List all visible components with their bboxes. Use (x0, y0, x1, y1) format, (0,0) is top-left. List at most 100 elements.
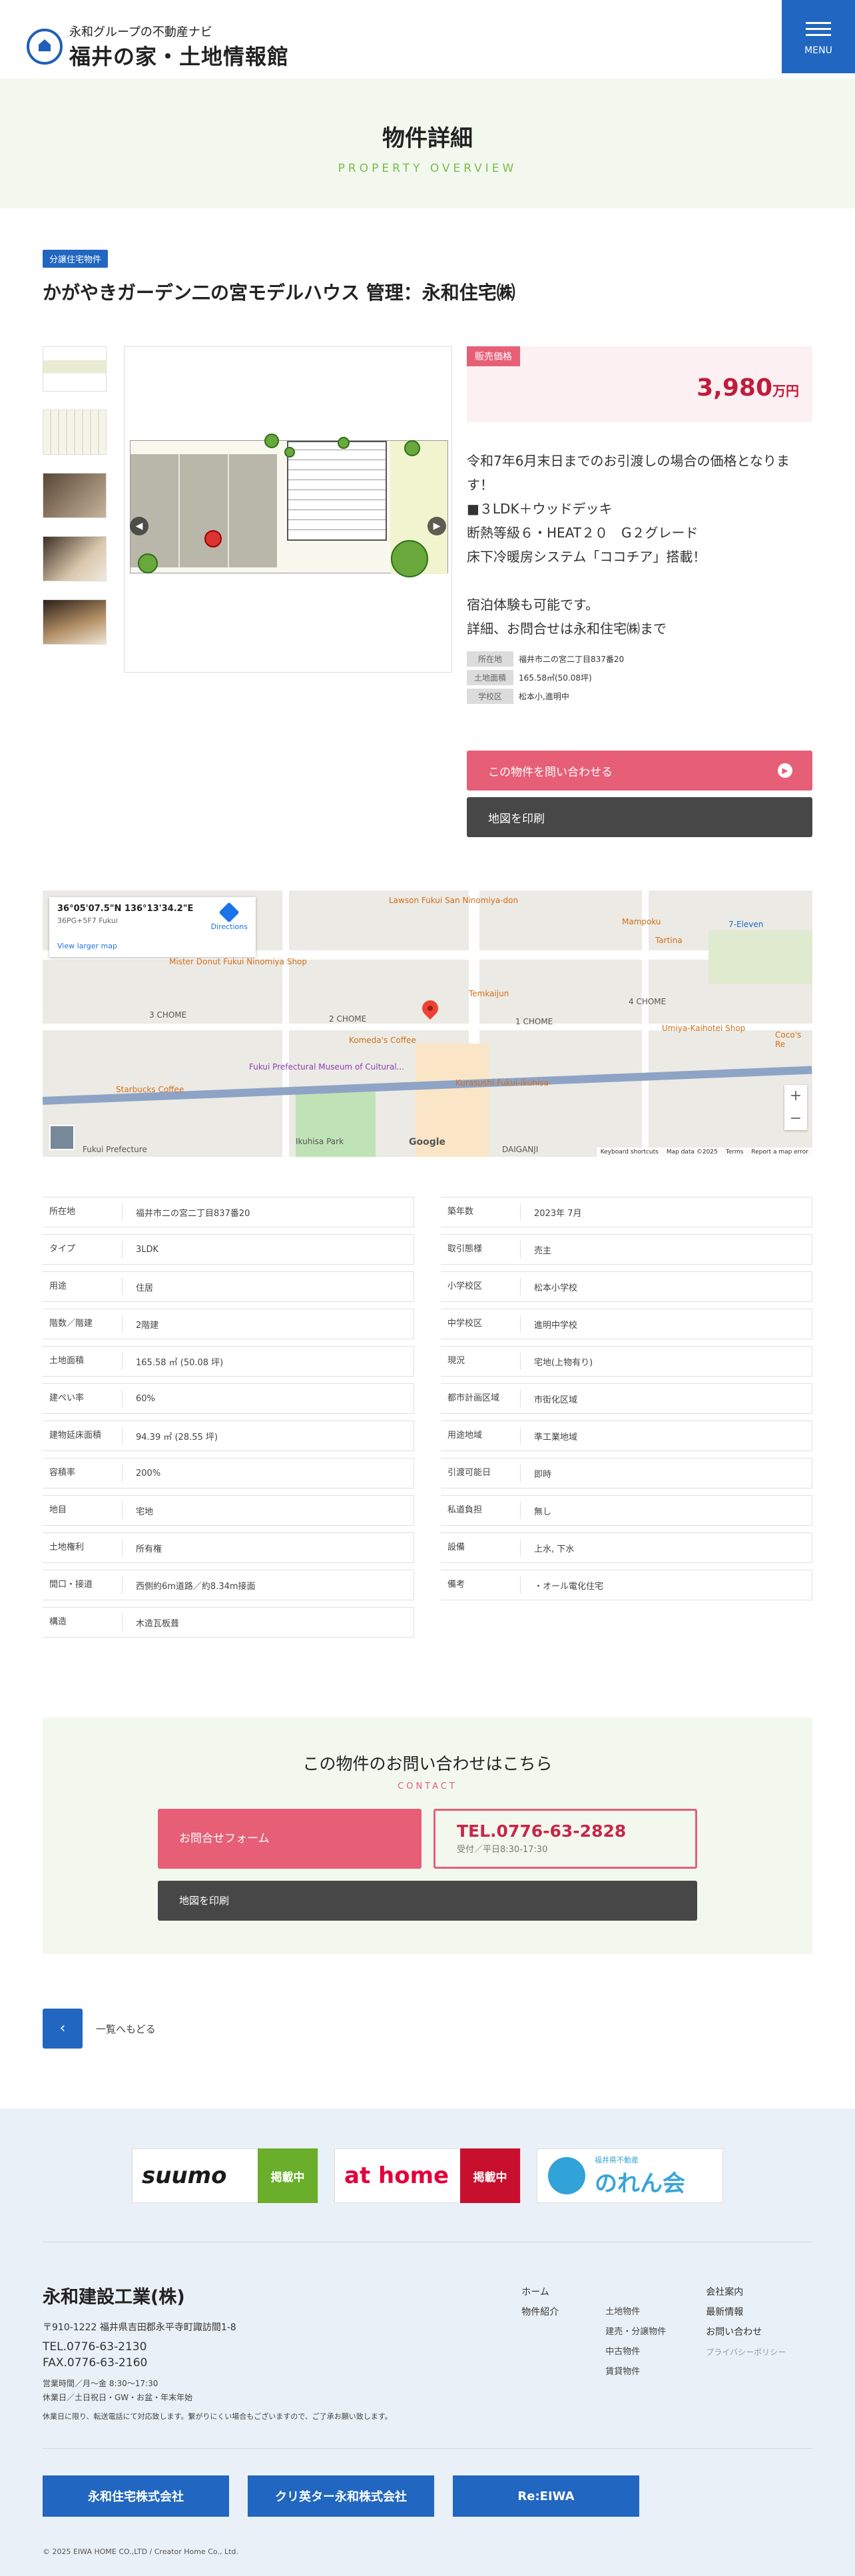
footer-link-rental[interactable]: 賃貸物件 (599, 2362, 666, 2382)
spec-row: 設備 上水, 下水 (441, 1532, 812, 1563)
norenkai-banner[interactable]: 福井県不動産 のれん会 (537, 2148, 723, 2203)
price-box: 販売価格 3,980万円 (467, 346, 812, 422)
privacy-policy-link[interactable]: プライバシーポリシー (706, 2342, 786, 2362)
thumbnail-floorplan-2[interactable] (43, 410, 107, 455)
thumbnail-interior-1[interactable] (43, 473, 107, 518)
brand-eiwa-housing[interactable]: 永和住宅株式会社 (43, 2475, 229, 2517)
property-meta: 所在地 福井市二の宮二丁目837番20 土地面積 165.58㎡(50.08坪) 学… (467, 651, 812, 704)
inquire-button[interactable]: この物件を問い合わせる ▶ (467, 751, 812, 791)
footer-link-company[interactable]: 会社案内 (706, 2282, 786, 2302)
athome-logo: at home (344, 2162, 449, 2189)
spec-key: タイプ (43, 1241, 123, 1258)
spec-row: 引渡可能日 即時 (441, 1458, 812, 1488)
spec-value: 準工業地域 (534, 1432, 578, 1443)
spec-row: 私道負担 無し (441, 1495, 812, 1526)
next-image-button[interactable]: ▶ (428, 517, 446, 535)
price-number: 3,980 (697, 374, 772, 402)
spec-row: 小学校区 松本小学校 (441, 1271, 812, 1302)
spec-key: 小学校区 (441, 1278, 521, 1295)
map-pin-icon[interactable] (419, 997, 441, 1020)
arrow-right-icon: ▶ (778, 763, 792, 778)
spec-value: 94.39 ㎡ (28.55 坪) (136, 1432, 218, 1443)
google-map[interactable]: 36°05'07.5"N 136°13'34.2"E 36PG+5F7 Fuku… (43, 890, 812, 1157)
map-info-card: 36°05'07.5"N 136°13'34.2"E 36PG+5F7 Fuku… (49, 897, 256, 957)
report-error-link[interactable]: Report a map error (751, 1149, 808, 1155)
back-to-list-link[interactable]: ‹ 一覧へもどる (43, 2009, 812, 2049)
footer-link-properties[interactable]: 物件紹介 (521, 2302, 559, 2322)
page-title: 物件詳細 (382, 125, 473, 152)
spec-table-left: 所在地 福井市二の宮二丁目837番20 タイプ 3LDK 用途 住居 階数／階建 2階建… (43, 1197, 414, 1644)
map-label: DAIGANJI (502, 1145, 539, 1154)
map-label: Tartina (655, 936, 683, 945)
terms-link[interactable]: Terms (726, 1149, 744, 1155)
map-label: Fukui Prefecture (83, 1145, 147, 1154)
spec-value: 宅地(上物有り) (534, 1357, 593, 1368)
contact-form-button[interactable]: お問合せフォーム (158, 1809, 422, 1869)
map-label: 3 CHOME (149, 1010, 187, 1020)
map-label: Mister Donut Fukui Ninomiya Shop (169, 957, 308, 966)
footer-link-home[interactable]: ホーム (521, 2282, 559, 2302)
thumbnail-interior-2[interactable] (43, 536, 107, 581)
spec-value: 福井市二の宮二丁目837番20 (136, 1208, 250, 1219)
brand-creator-eiwa[interactable]: クリ英ター永和株式会社 (248, 2475, 434, 2517)
meta-key: 学校区 (467, 689, 513, 704)
keyboard-shortcuts-link[interactable]: Keyboard shortcuts (601, 1149, 659, 1155)
prev-image-button[interactable]: ◀ (130, 517, 148, 535)
spec-key: 都市計画区域 (441, 1390, 521, 1407)
zoom-out-button[interactable]: − (784, 1108, 807, 1130)
spec-row: 所在地 福井市二の宮二丁目837番20 (43, 1197, 414, 1227)
spec-value: 2023年 7月 (534, 1208, 582, 1219)
thumbnail-floorplan[interactable] (43, 346, 107, 392)
spec-key: 構造 (43, 1614, 123, 1631)
athome-banner[interactable]: at home 掲載中 (334, 2148, 521, 2203)
spec-key: 間口・接道 (43, 1576, 123, 1594)
footer-link-land[interactable]: 土地物件 (599, 2302, 666, 2322)
brand-re-eiwa[interactable]: Re:EIWA (453, 2475, 639, 2517)
footer-link-news[interactable]: 最新情報 (706, 2302, 786, 2322)
spec-row: 用途地域 準工業地域 (441, 1421, 812, 1451)
footer-link-contact[interactable]: お問い合わせ (706, 2322, 786, 2342)
partner-banners: suumo 掲載中 at home 掲載中 福井県不動産 のれん会 (43, 2148, 812, 2203)
spec-key: 用途 (43, 1278, 123, 1295)
map-satellite-toggle[interactable] (49, 1125, 75, 1150)
footer-link-built[interactable]: 建売・分譲物件 (599, 2322, 666, 2342)
spec-key: 建物延床面積 (43, 1427, 123, 1445)
meta-value: 松本小,進明中 (519, 692, 569, 701)
footer-link-used[interactable]: 中古物件 (599, 2342, 666, 2362)
property-title: かがやきガーデン二の宮モデルハウス 管理：永和住宅㈱ (43, 282, 515, 304)
spec-key: 土地権利 (43, 1539, 123, 1556)
thumbnail-interior-3[interactable] (43, 599, 107, 645)
contact-print-map-button[interactable]: 地図を印刷 (158, 1881, 697, 1921)
map-label: Komeda's Coffee (349, 1036, 416, 1045)
phone-contact-button[interactable]: TEL.0776-63-2828 受付／平日8:30-17:30 (433, 1809, 697, 1869)
map-label: Mampoku (622, 917, 661, 926)
site-footer: suumo 掲載中 at home 掲載中 福井県不動産 のれん会 永和建設工業… (0, 2108, 855, 2576)
spec-key: 中学校区 (441, 1315, 521, 1333)
menu-label: MENU (804, 45, 832, 56)
spec-row: タイプ 3LDK (43, 1234, 414, 1265)
spec-value: 市街化区域 (534, 1395, 578, 1405)
spec-value: 西側約6m道路／約8.34m接面 (136, 1581, 256, 1592)
zoom-in-button[interactable]: + (784, 1085, 807, 1108)
spec-value: ・オール電化住宅 (534, 1581, 604, 1592)
directions-link[interactable]: Directions (211, 902, 248, 931)
spec-row: 間口・接道 西側約6m道路／約8.34m接面 (43, 1570, 414, 1600)
map-data-text: Map data ©2025 (666, 1149, 718, 1155)
site-logo[interactable]: 永和グループの不動産ナビ 福井の家・土地情報館 (27, 23, 289, 71)
map-label: Coco's Re (775, 1030, 802, 1049)
suumo-banner[interactable]: suumo 掲載中 (132, 2148, 318, 2203)
spec-value: 住居 (136, 1283, 154, 1293)
spec-value: 2階建 (136, 1320, 159, 1331)
view-larger-map-link[interactable]: View larger map (57, 942, 117, 950)
hamburger-icon (806, 18, 831, 40)
spec-key: 所在地 (43, 1203, 123, 1221)
spec-key: 建ぺい率 (43, 1390, 123, 1407)
copyright: © 2025 EIWA HOME CO.,LTD / Creator Home … (43, 2547, 238, 2556)
contact-title-en: CONTACT (398, 1781, 457, 1791)
map-label: 1 CHOME (515, 1017, 553, 1026)
company-address: 〒910-1222 福井県吉田郡永平寺町諏訪間1-8 (43, 2322, 236, 2333)
print-map-button[interactable]: 地図を印刷 (467, 797, 812, 837)
menu-button[interactable]: MENU (782, 0, 855, 73)
spec-value: 所有権 (136, 1544, 162, 1554)
map-label: Umiya-Kaihotei Shop (662, 1024, 746, 1033)
